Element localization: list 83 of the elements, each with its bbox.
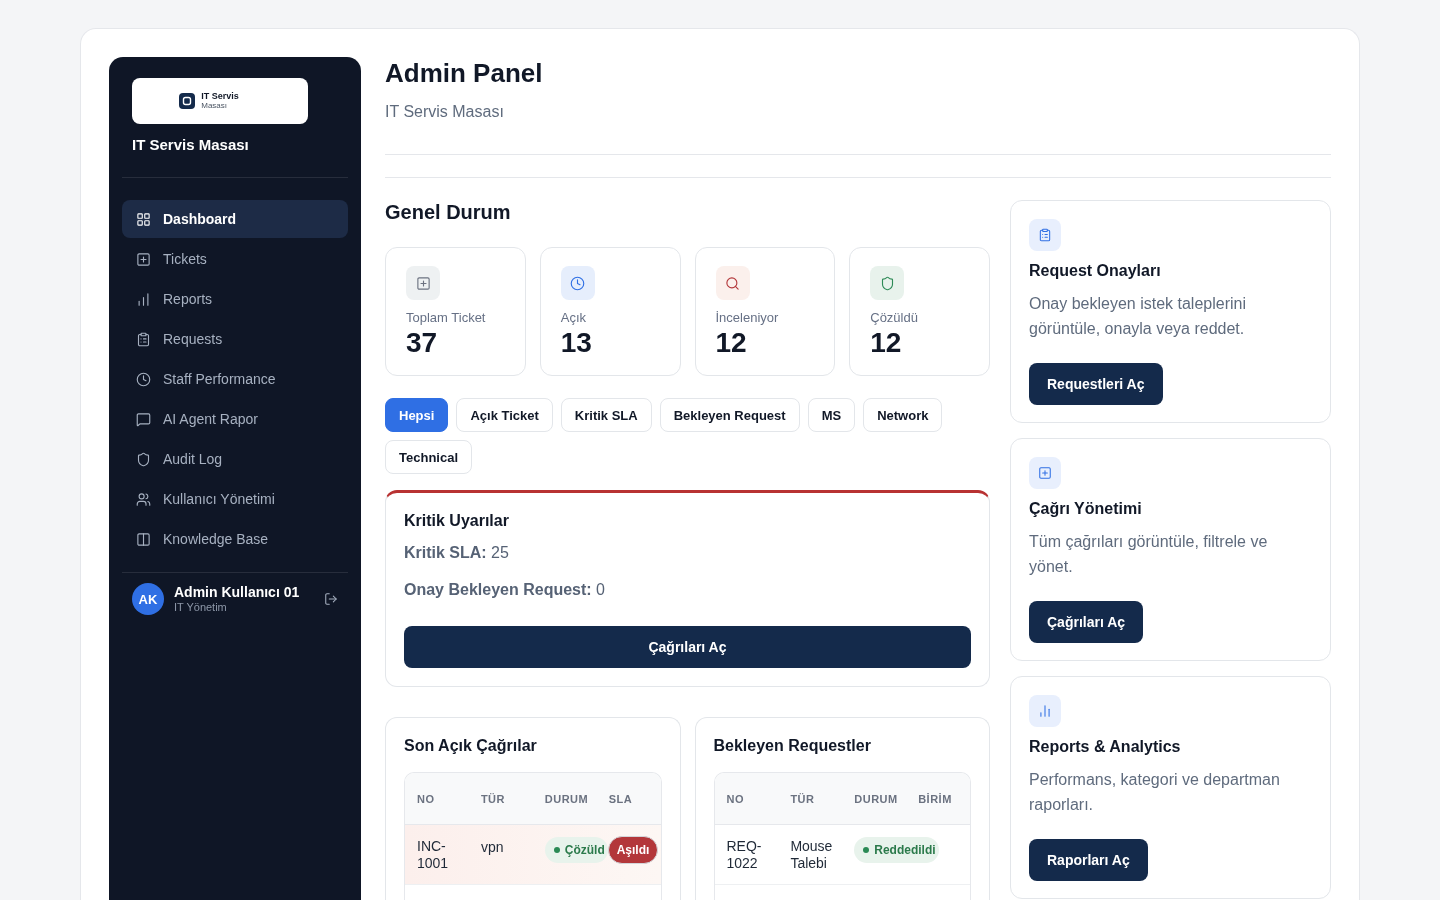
column-header: TÜR <box>790 792 815 805</box>
clock-icon <box>136 371 151 387</box>
status-label: Çözüld <box>564 843 605 857</box>
alert-line: Kritik SLA: 25 <box>404 543 510 563</box>
column-header: NO <box>726 792 744 805</box>
section-title: Genel Durum <box>385 200 512 224</box>
nav-item[interactable]: AI Agent Rapor <box>122 400 348 438</box>
nav-item[interactable]: Dashboard <box>122 200 348 238</box>
filter-chip[interactable]: Hepsi <box>385 398 449 432</box>
nav-item[interactable]: Reports <box>122 280 348 318</box>
stat-value: 13 <box>560 328 593 358</box>
user-role: IT Yönetim <box>174 601 228 614</box>
card-title: Request Onayları <box>1029 261 1161 281</box>
card-title: Kritik Uyarılar <box>404 511 510 531</box>
plus-square-icon <box>1029 457 1061 489</box>
stat-value: 12 <box>715 328 748 358</box>
plus-square-icon <box>136 251 151 267</box>
clipboard-icon <box>136 331 151 347</box>
nav-item[interactable]: Kullanıcı Yönetimi <box>122 480 348 518</box>
status-dot-icon <box>553 847 560 853</box>
column-header: SLA <box>608 792 633 805</box>
stat-value: 37 <box>406 328 439 358</box>
plus-square-icon <box>406 266 440 300</box>
brand-name: IT Servis Masası <box>132 135 250 155</box>
stat-label: Açık <box>560 310 588 326</box>
bar-chart-icon <box>1029 695 1061 727</box>
table-cell-text: Mouse Talebi <box>790 838 834 872</box>
filter-chip[interactable]: MS <box>807 398 856 432</box>
message-icon <box>136 411 151 427</box>
table-cell-text: REQ-1022 <box>726 838 763 872</box>
table-cell: vpn <box>480 839 504 856</box>
clock-icon <box>560 266 595 300</box>
logo-icon <box>179 93 196 109</box>
stat-label: Çözüldü <box>870 310 919 326</box>
stat-label: İnceleniyor <box>715 310 780 326</box>
bar-chart-icon <box>136 291 151 307</box>
status-label: Reddedildi <box>874 843 936 857</box>
logo-subtitle: Masası <box>201 101 229 111</box>
search-icon <box>715 266 750 300</box>
stat-value: 12 <box>870 328 903 358</box>
filter-chip[interactable]: Kritik SLA <box>560 398 652 432</box>
column-header: TÜR <box>480 792 505 805</box>
card-title: Son Açık Çağrılar <box>404 736 538 756</box>
alert-line: Onay Bekleyen Request: 0 <box>404 580 606 600</box>
grid-icon <box>136 211 151 227</box>
page-title: Admin Panel <box>385 57 544 89</box>
shield-icon <box>870 266 905 300</box>
column-header: DURUM <box>544 792 589 805</box>
table-cell-text: INC-1001 <box>417 838 450 872</box>
open-calls-button[interactable]: Çağrıları Aç <box>404 626 971 668</box>
columns-icon <box>136 531 151 547</box>
users-icon <box>136 491 151 507</box>
open-button[interactable]: Raporları Aç <box>1029 839 1148 881</box>
stat-label: Toplam Ticket <box>406 310 487 326</box>
nav-item[interactable]: Knowledge Base <box>122 520 348 558</box>
user-name: Admin Kullanıcı 01 <box>174 584 301 601</box>
filter-chip[interactable]: Bekleyen Request <box>659 398 800 432</box>
nav-item[interactable]: Requests <box>122 320 348 358</box>
logout-icon[interactable] <box>324 592 338 606</box>
card-title: Çağrı Yönetimi <box>1029 499 1142 519</box>
status-dot-icon <box>863 847 870 853</box>
column-header: DURUM <box>854 792 898 805</box>
page-subtitle: IT Servis Masası <box>385 102 505 122</box>
column-header: NO <box>417 792 435 805</box>
nav-item[interactable]: Tickets <box>122 240 348 278</box>
shield-icon <box>136 451 151 467</box>
open-button[interactable]: Çağrıları Aç <box>1029 601 1144 643</box>
column-header: BİRİM <box>918 792 952 805</box>
card-description: Tüm çağrıları görüntüle, filtrele ve yönet. <box>1029 532 1269 577</box>
filter-chip[interactable]: Açık Ticket <box>456 398 553 432</box>
card-description: Onay bekleyen istek taleplerini görüntüle, onayla veya reddet. <box>1029 294 1247 339</box>
card-description: Performans, kategori ve departman raporları. <box>1029 770 1281 815</box>
logo-title: IT Servis <box>201 91 239 102</box>
sla-badge: Aşıldı <box>607 836 659 864</box>
filter-chip[interactable]: Network <box>863 398 943 432</box>
clipboard-icon <box>1029 219 1061 251</box>
card-title: Bekleyen Requestler <box>713 736 872 756</box>
nav-item[interactable]: Audit Log <box>122 440 348 478</box>
open-button[interactable]: Requestleri Aç <box>1029 363 1163 405</box>
filter-chip[interactable]: Technical <box>385 440 472 474</box>
nav-item[interactable]: Staff Performance <box>122 360 348 398</box>
card-title: Reports & Analytics <box>1029 737 1181 757</box>
user-avatar: AK <box>132 583 164 615</box>
